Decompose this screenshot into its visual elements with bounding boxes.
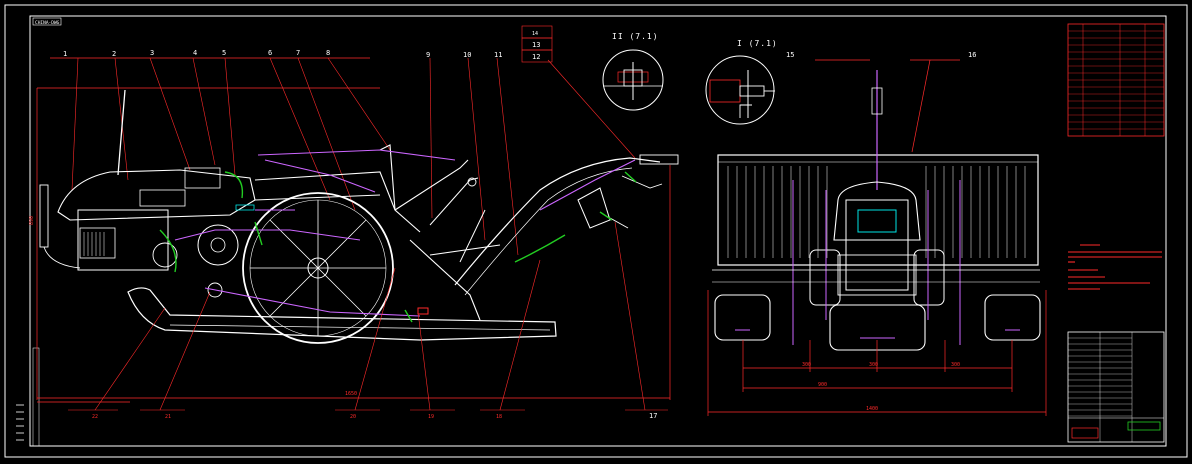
callout-15: 15: [786, 51, 794, 59]
dim-300-a: 300: [802, 362, 811, 368]
cad-drawing: CHINA-DWG 1650 890 1 2 3 4 5 6 7 8 9 10 …: [4, 4, 1188, 458]
detail-ii: II (7.1): [602, 32, 664, 111]
callout-10: 10: [463, 51, 471, 59]
drive-pulley: [197, 224, 239, 266]
callout-21: 21: [165, 414, 171, 420]
drive-wheel-spokes: [250, 200, 386, 336]
detail-ii-title: II (7.1): [612, 32, 659, 41]
float-right: [984, 294, 1041, 341]
sheet-border-inner: [29, 15, 1167, 447]
hoses: [159, 171, 637, 323]
dim-300-b: 300: [869, 362, 878, 368]
callout-14: 14: [532, 31, 538, 37]
side-dimension-lines: [36, 57, 671, 403]
height-dim: 890: [29, 216, 35, 225]
title-block: [1067, 331, 1165, 443]
dim-300-c: 300: [951, 362, 960, 368]
cylinder-head: [79, 227, 116, 259]
callout-11: 11: [494, 51, 502, 59]
front-bumper: [39, 184, 49, 248]
engine-cowl: [833, 181, 921, 241]
side-leaders-bottom: [68, 221, 668, 411]
technical-notes: [1068, 244, 1162, 290]
air-cleaner: [139, 189, 186, 207]
callout-4: 4: [193, 49, 197, 57]
callout-18: 18: [496, 414, 502, 420]
crank-pulley: [152, 242, 178, 268]
throttle-lever: [621, 175, 663, 189]
fuel-tank-cover: [57, 169, 256, 221]
front-view: 300 300 300 900 1400 15 16: [707, 51, 1047, 416]
detail-i-title: I (7.1): [737, 39, 778, 48]
control-box-arm: [609, 217, 629, 229]
float-center: [829, 304, 926, 351]
drawing-tag: CHINA-DWG: [35, 20, 60, 26]
dim-900: 900: [818, 382, 827, 388]
side-leaders-top: [71, 57, 636, 256]
front-bar: [43, 246, 81, 269]
callout-20: 20: [350, 414, 356, 420]
callout-8: 8: [326, 49, 330, 57]
handlebar: [454, 157, 661, 286]
overall-length-dim: 1650: [345, 391, 357, 397]
front-wheel-left: [809, 249, 841, 306]
sheet-border-outer: [4, 4, 1188, 458]
red-clamp: [417, 307, 429, 315]
detail-i: I (7.1): [705, 39, 778, 125]
sheet-id-box: [32, 347, 40, 447]
callout-1: 1: [63, 50, 67, 58]
engine-fins: [83, 232, 105, 256]
callout-3: 3: [150, 49, 154, 57]
cyan-window: [857, 209, 897, 233]
shift-lever: [117, 89, 126, 176]
float-left: [714, 294, 771, 341]
gearbox: [837, 254, 917, 296]
clutch-lever: [429, 177, 479, 226]
callout-16: 16: [968, 51, 976, 59]
control-box: [577, 187, 611, 229]
callout-6: 6: [268, 49, 272, 57]
front-wheel-right: [913, 249, 945, 306]
parts-list-table: [1067, 23, 1165, 137]
chassis-skid: [127, 287, 557, 341]
callout-7: 7: [296, 49, 300, 57]
front-engine-block: [845, 199, 909, 291]
callout-22: 22: [92, 414, 98, 420]
callout-2: 2: [112, 50, 116, 58]
callout-9: 9: [426, 51, 430, 59]
side-view: 1650 890 1 2 3 4 5 6 7 8 9 10 11 14 13 1…: [29, 25, 679, 420]
callout-12: 12: [532, 53, 540, 61]
float-magenta-marks: [735, 329, 1020, 339]
callout-17: 17: [649, 412, 657, 420]
left-margin-ticks: [16, 404, 24, 441]
callout-19: 19: [428, 414, 434, 420]
dim-1400: 1400: [866, 406, 878, 412]
drive-pulley-hub: [210, 237, 226, 253]
handlebar-inner: [464, 167, 633, 296]
callout-5: 5: [222, 49, 226, 57]
callout-13: 13: [532, 41, 540, 49]
